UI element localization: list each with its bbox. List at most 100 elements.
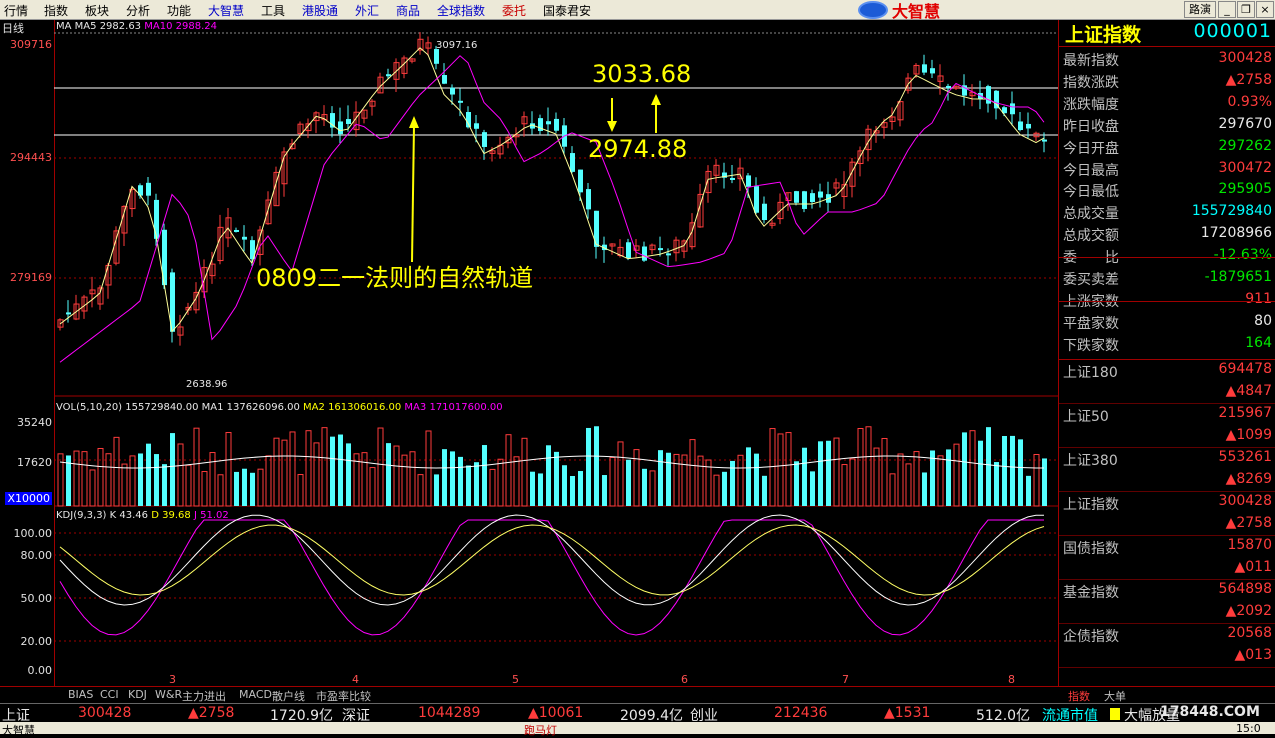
index-name[interactable]: 上证指数 <box>1063 494 1119 514</box>
quote-row-value: 17208966 <box>1200 225 1272 242</box>
volume-bar <box>209 452 216 507</box>
x-label-5: 5 <box>512 673 519 686</box>
volume-bars-group <box>57 426 1047 507</box>
quote-row: 指数涨跌 ▲2758 <box>1063 72 1272 94</box>
volume-bar <box>338 434 343 506</box>
volume-bar <box>1002 436 1007 506</box>
volume-bar <box>689 439 696 507</box>
quote-row-value: -1879651 <box>1204 269 1272 285</box>
volume-bar <box>626 459 631 506</box>
status-cy-value: 212436 <box>774 705 828 721</box>
volume-bar <box>225 432 232 507</box>
volume-bar <box>281 439 288 507</box>
volume-bar <box>746 447 751 506</box>
index-name[interactable]: 上证380 <box>1063 450 1118 470</box>
close-icon[interactable]: × <box>1256 1 1274 18</box>
tab-kdj[interactable]: KDJ <box>128 688 147 701</box>
tab-main-force[interactable]: 主力进出 <box>182 688 226 704</box>
candlestick-chart[interactable] <box>0 0 1058 686</box>
tab-wr[interactable]: W&R <box>155 688 182 701</box>
quote-row: 今日最高 300472 <box>1063 160 1272 182</box>
tab-big-order[interactable]: 大单 <box>1104 688 1126 704</box>
tab-cci[interactable]: CCI <box>100 688 119 701</box>
volume-bar <box>257 468 264 507</box>
quote-row-label: 总成交额 <box>1063 228 1119 245</box>
index-value: 215967 <box>1218 405 1272 421</box>
restore-icon[interactable]: ❐ <box>1237 1 1255 18</box>
tab-macd[interactable]: MACD <box>239 688 272 701</box>
candle-body <box>930 68 935 74</box>
x-label-8: 8 <box>1008 673 1015 686</box>
quote-row: 今日最低 295905 <box>1063 181 1272 203</box>
volume-bar <box>666 452 671 506</box>
volume-bar <box>937 455 944 507</box>
candle-body <box>762 203 767 221</box>
status-bar: 上证 300428 ▲2758 1720.9亿 深证 1044289 ▲1006… <box>0 703 1275 724</box>
volume-bar <box>969 430 976 507</box>
minimize-icon[interactable]: _ <box>1218 1 1236 18</box>
volume-bar <box>978 440 983 506</box>
volume-bar <box>105 453 112 507</box>
candle-body <box>234 229 239 232</box>
quote-row-value: 80 <box>1254 312 1272 329</box>
volume-bar <box>554 451 559 506</box>
volume-bar <box>946 449 951 506</box>
quote-panel: 上证指数 000001 最新指数 300428 指数涨跌 ▲2758 涨跌幅度 0.93%… <box>1058 20 1275 686</box>
candles-group <box>57 32 1047 346</box>
index-name[interactable]: 企债指数 <box>1063 626 1119 646</box>
status-cy-change: ▲1531 <box>884 705 931 721</box>
index-value: 564898 <box>1218 581 1272 597</box>
index-name[interactable]: 国债指数 <box>1063 538 1119 558</box>
candle-body <box>434 49 439 64</box>
volume-bar <box>953 443 960 507</box>
volume-bar <box>346 443 351 506</box>
indicator-lines-group <box>59 47 1045 636</box>
index-name[interactable]: 基金指数 <box>1063 582 1119 602</box>
ticker-time: 15:0 <box>1236 722 1261 735</box>
candle-body <box>66 312 71 315</box>
annotation-main: 0809二一法则的自然轨道 <box>256 264 534 292</box>
quote-row: 最新指数 300428 <box>1063 50 1272 72</box>
ticker-bar: 大智慧 跑马灯 15:0 <box>0 722 1275 737</box>
candle-body <box>746 175 751 187</box>
candle-body <box>578 169 583 193</box>
ma5-line <box>59 47 1045 333</box>
index-change: ▲011 <box>1234 559 1273 575</box>
candle-body <box>802 191 807 209</box>
tab-retail-line[interactable]: 散户线 <box>272 688 305 704</box>
volume-bar <box>713 474 720 507</box>
index-value: 300428 <box>1218 493 1272 509</box>
index-name[interactable]: 上证180 <box>1063 362 1118 382</box>
volume-bar <box>177 443 184 507</box>
volume-bar <box>833 437 840 507</box>
volume-bar <box>617 441 624 507</box>
tab-bias[interactable]: BIAS <box>68 688 93 701</box>
quote-row: 总成交量 155729840 <box>1063 203 1272 225</box>
volume-bar <box>273 437 280 507</box>
volume-bar <box>737 454 744 507</box>
volume-bar <box>386 443 391 506</box>
volume-bar <box>297 474 304 507</box>
tab-pe-compare[interactable]: 市盈率比较 <box>316 688 371 704</box>
ticker-marquee[interactable]: 跑马灯 <box>524 722 557 738</box>
volume-bar <box>1042 458 1047 506</box>
candle-body <box>586 189 591 210</box>
quote-row: 总成交额 17208966 <box>1063 225 1272 247</box>
candle-body <box>626 242 631 259</box>
volume-bar <box>513 456 520 507</box>
roadshow-button[interactable]: 路演 <box>1184 1 1216 18</box>
quote-row-value: 164 <box>1245 334 1272 351</box>
volume-bar <box>97 447 104 507</box>
tab-index[interactable]: 指数 <box>1068 688 1090 704</box>
ma10-line <box>59 55 1045 363</box>
candle-body <box>450 87 455 95</box>
volume-bar <box>505 434 512 507</box>
index-value: 15870 <box>1227 537 1272 553</box>
volume-bar <box>482 445 487 506</box>
volume-bar <box>802 447 807 506</box>
candle-body <box>442 75 447 84</box>
status-sz-value: 1044289 <box>418 705 481 721</box>
volume-bar <box>1033 453 1040 507</box>
index-change: ▲1099 <box>1225 427 1272 443</box>
index-name[interactable]: 上证50 <box>1063 406 1109 426</box>
